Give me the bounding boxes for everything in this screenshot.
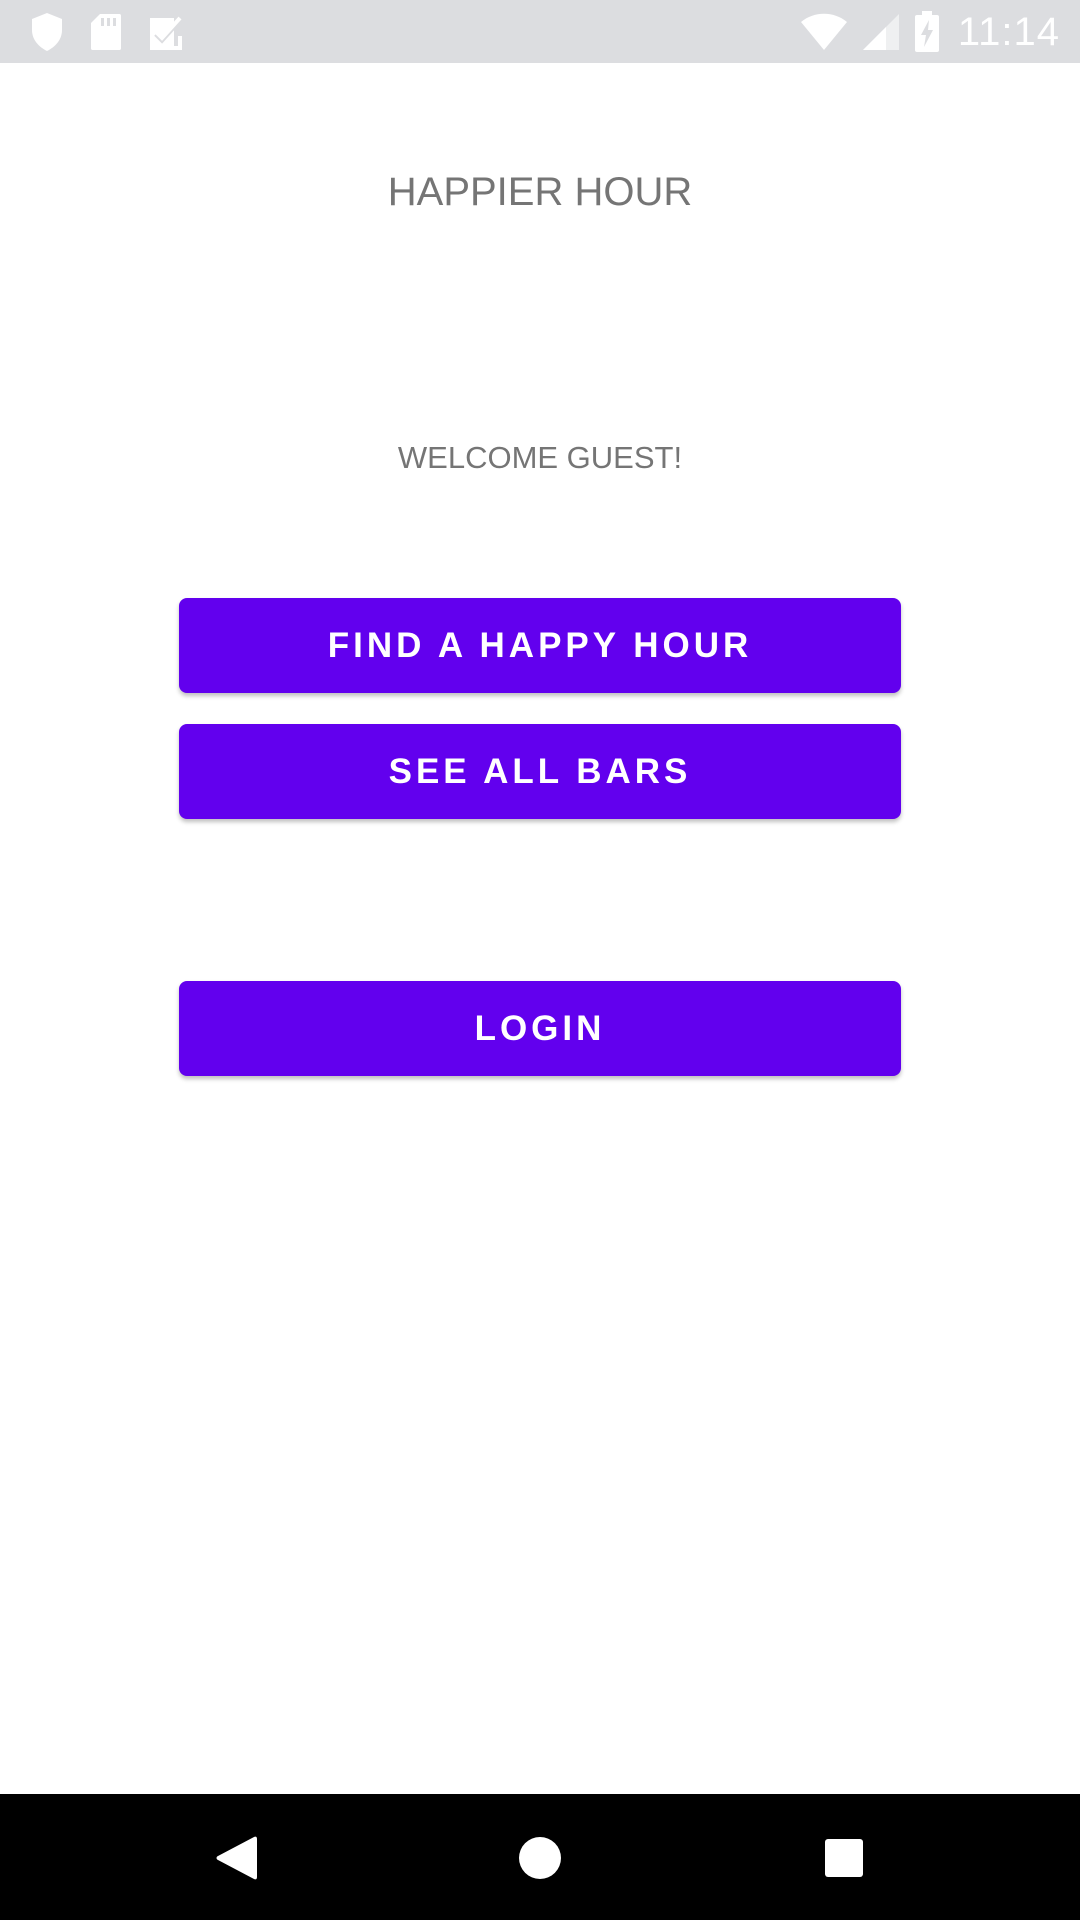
home-icon[interactable] [512, 1830, 568, 1886]
recents-icon[interactable] [816, 1830, 872, 1886]
back-icon[interactable] [208, 1830, 264, 1886]
sd-card-icon [90, 13, 122, 51]
app-title: HAPPIER HOUR [387, 170, 693, 214]
checklist-icon [148, 14, 184, 50]
navigation-bar [0, 1794, 1080, 1920]
login-button[interactable]: LOGIN [179, 981, 901, 1076]
find-happy-hour-button[interactable]: FIND A HAPPY HOUR [179, 598, 901, 693]
app-screen: 11:14 HAPPIER HOUR WELCOME GUEST! FIND A… [0, 0, 1080, 1920]
status-time: 11:14 [957, 9, 1060, 54]
status-left-icons [30, 12, 184, 52]
shield-icon [30, 12, 64, 52]
cell-signal-icon [862, 13, 900, 51]
status-bar: 11:14 [0, 0, 1080, 63]
see-all-bars-button[interactable]: SEE ALL BARS [179, 724, 901, 819]
wifi-icon [800, 13, 848, 51]
status-right-icons: 11:14 [800, 8, 1060, 56]
battery-charging-icon [914, 11, 940, 53]
welcome-text: WELCOME GUEST! [397, 440, 683, 475]
